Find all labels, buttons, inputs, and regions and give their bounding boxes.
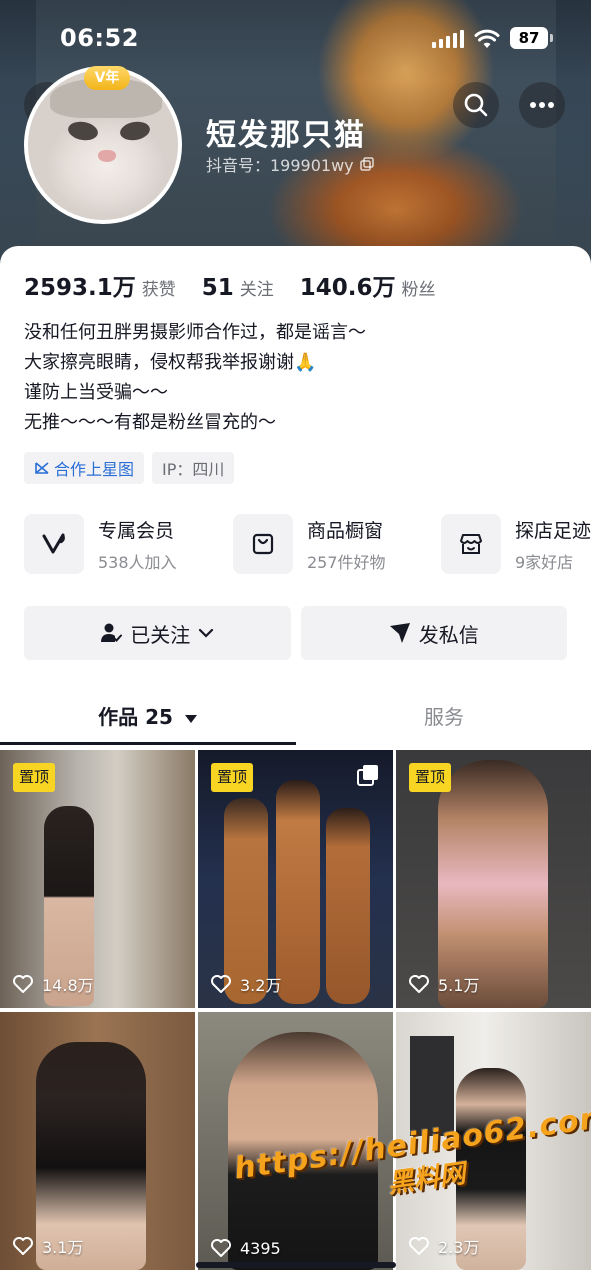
more-options-button[interactable] bbox=[519, 82, 565, 128]
search-icon bbox=[464, 93, 488, 117]
storefront-icon bbox=[441, 514, 501, 574]
chevron-down-icon bbox=[199, 628, 214, 638]
post-tile[interactable]: 置顶 5.1万 bbox=[396, 750, 591, 1008]
tab-indicator bbox=[0, 742, 296, 745]
tag-row: 合作上星图 IP：四川 bbox=[24, 452, 235, 484]
pinned-badge: 置顶 bbox=[211, 763, 254, 792]
bio-line: 没和任何丑胖男摄影师合作过，都是谣言～ bbox=[24, 322, 366, 343]
bio-line: 谨防上当受骗～～ bbox=[24, 382, 168, 403]
tab-service[interactable]: 服务 bbox=[296, 694, 591, 742]
vip-badge: V年 bbox=[84, 66, 130, 90]
bio-line: 大家擦亮眼睛，侵权帮我举报谢谢🙏 bbox=[24, 352, 317, 373]
v-logo-icon bbox=[24, 514, 84, 574]
douyin-id-text: 抖音号：199901wy bbox=[206, 156, 354, 175]
service-showcase[interactable]: 商品橱窗 257件好物 bbox=[233, 514, 386, 574]
heart-icon bbox=[409, 1237, 429, 1255]
send-icon bbox=[389, 623, 410, 643]
ip-location-tag: IP：四川 bbox=[152, 452, 235, 484]
heart-icon bbox=[409, 975, 429, 993]
star-map-tag[interactable]: 合作上星图 bbox=[24, 452, 145, 484]
like-count: 5.1万 bbox=[408, 972, 479, 996]
more-dots-icon bbox=[530, 102, 554, 108]
shopping-bag-icon bbox=[233, 514, 293, 574]
post-tile[interactable]: 3.1万 bbox=[0, 1012, 195, 1270]
stats-row: 2593.1万 获赞 51 关注 140.6万 粉丝 bbox=[24, 268, 462, 302]
service-membership[interactable]: 专属会员 538人加入 bbox=[24, 514, 177, 574]
like-count: 4395 bbox=[210, 1238, 281, 1258]
home-indicator bbox=[196, 1262, 396, 1268]
pinned-badge: 置顶 bbox=[409, 763, 452, 792]
services-row: 专属会员 538人加入 商品橱窗 257件好物 探店足迹 9家好店 bbox=[24, 514, 591, 578]
copy-icon[interactable] bbox=[359, 157, 374, 171]
heart-icon bbox=[211, 975, 231, 993]
followed-button[interactable]: 已关注 bbox=[24, 606, 291, 660]
pinned-badge: 置顶 bbox=[13, 763, 56, 792]
stat-likes[interactable]: 2593.1万 获赞 bbox=[24, 268, 176, 302]
stat-following[interactable]: 51 关注 bbox=[202, 275, 274, 301]
profile-name: 短发那只猫 bbox=[206, 118, 366, 153]
service-store-visits[interactable]: 探店足迹 9家好店 bbox=[441, 514, 591, 574]
tab-works[interactable]: 作品 25 bbox=[0, 694, 296, 742]
send-message-button[interactable]: 发私信 bbox=[300, 606, 567, 660]
post-tile[interactable]: 置顶 14.8万 bbox=[0, 750, 195, 1008]
heart-icon bbox=[211, 1239, 231, 1257]
post-tile[interactable]: 置顶 3.2万 bbox=[198, 750, 393, 1008]
action-buttons: 已关注 发私信 bbox=[24, 606, 567, 660]
multiple-images-icon bbox=[357, 765, 378, 786]
stat-followers[interactable]: 140.6万 粉丝 bbox=[300, 268, 436, 302]
battery-indicator: 87 bbox=[510, 27, 553, 49]
status-bar: 06:52 87 bbox=[0, 22, 591, 58]
like-count: 2.3万 bbox=[408, 1234, 479, 1258]
user-check-icon bbox=[101, 623, 123, 642]
cellular-signal-icon bbox=[432, 30, 464, 48]
star-map-icon bbox=[35, 462, 49, 474]
bio: 没和任何丑胖男摄影师合作过，都是谣言～ 大家擦亮眼睛，侵权帮我举报谢谢🙏 谨防上… bbox=[24, 318, 366, 438]
douyin-id[interactable]: 抖音号：199901wy bbox=[206, 152, 374, 176]
search-button[interactable] bbox=[453, 82, 499, 128]
like-count: 3.1万 bbox=[12, 1234, 83, 1258]
bio-line: 无推～～～有都是粉丝冒充的～ bbox=[24, 412, 276, 433]
heart-icon bbox=[13, 1237, 33, 1255]
wifi-icon bbox=[474, 29, 500, 48]
like-count: 3.2万 bbox=[210, 972, 281, 996]
like-count: 14.8万 bbox=[12, 972, 94, 996]
status-time: 06:52 bbox=[60, 24, 139, 52]
heart-icon bbox=[13, 975, 33, 993]
content-tabs: 作品 25 服务 bbox=[0, 694, 591, 744]
caret-down-icon bbox=[184, 715, 197, 723]
